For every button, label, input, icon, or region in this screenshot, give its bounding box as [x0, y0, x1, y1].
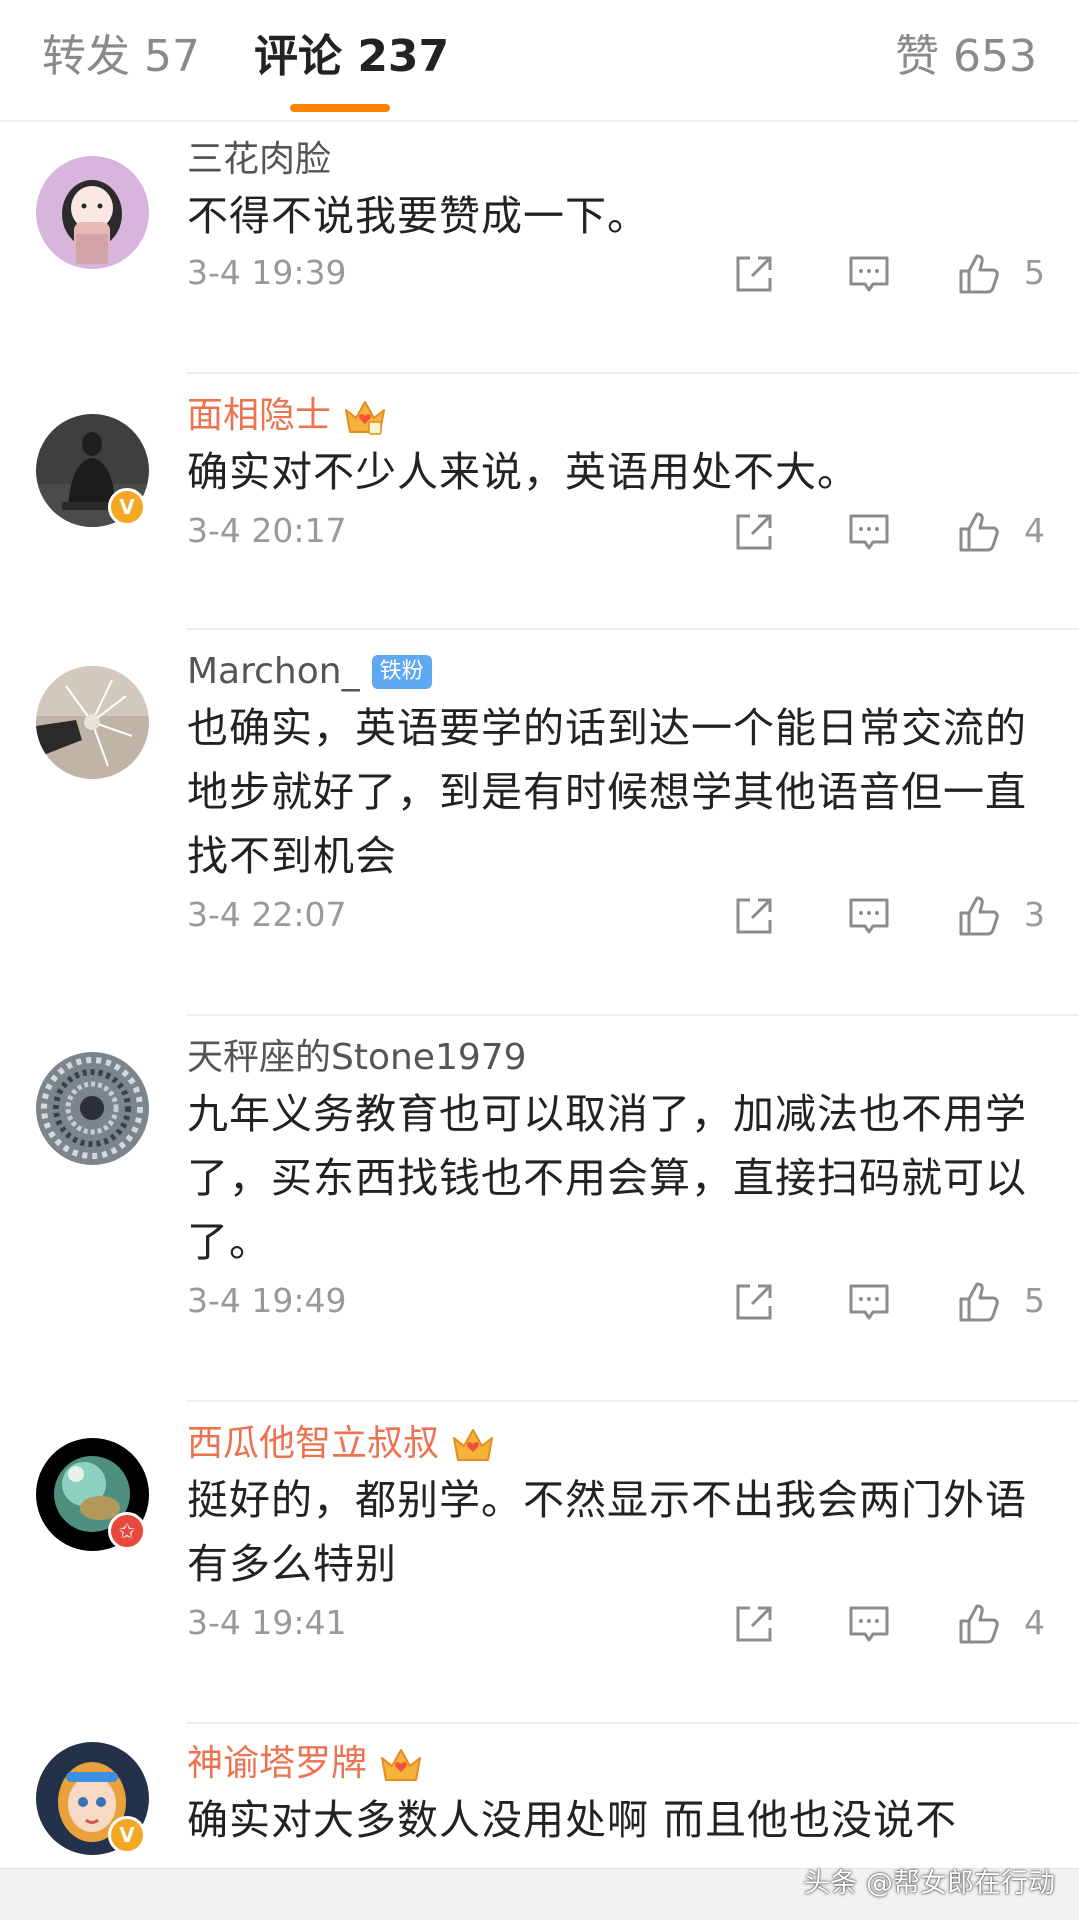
username-text[interactable]: 面相隐士: [187, 394, 331, 438]
like-count: 4: [1024, 1603, 1045, 1642]
avatar-spiral-icon: [36, 1052, 149, 1165]
share-icon[interactable]: [732, 894, 776, 938]
username-text[interactable]: 西瓜他智立叔叔: [187, 1422, 439, 1466]
username-text[interactable]: Marchon_: [187, 650, 360, 694]
thumbs-up-icon[interactable]: [957, 252, 1001, 296]
comment-meta: 3-4 19:39 5: [187, 248, 1047, 298]
share-icon[interactable]: [732, 252, 776, 296]
avatar[interactable]: [36, 1052, 149, 1165]
comment-text: 九年义务教育也可以取消了，加减法也不用学了，买东西找钱也不用会算，直接扫码就可以…: [187, 1090, 1027, 1266]
comment-meta: 3-4 19:41 4: [187, 1598, 1047, 1648]
comment-meta: 3-4 22:07 3: [187, 890, 1047, 940]
username-text[interactable]: 天秤座的Stone1979: [187, 1036, 527, 1080]
like-count: 5: [1024, 1281, 1045, 1320]
crown-icon: [345, 401, 386, 435]
comment-time: 3-4 19:49: [187, 1281, 347, 1320]
comment-username[interactable]: 面相隐士: [187, 394, 387, 438]
comment-username[interactable]: 西瓜他智立叔叔: [187, 1422, 495, 1466]
like-count: 4: [1024, 511, 1045, 550]
tab-bar: 转发 57 评论 237 赞 653: [0, 0, 1079, 122]
avatar-girl-icon: [36, 156, 149, 269]
tab-comments[interactable]: 评论 237: [254, 30, 449, 84]
like-count: 5: [1024, 253, 1045, 292]
comment-username[interactable]: 天秤座的Stone1979: [187, 1036, 527, 1080]
thumbs-up-icon[interactable]: [957, 510, 1001, 554]
watermark: 头条 @帮女郎在行动: [803, 1868, 1055, 1899]
comment-username[interactable]: Marchon_ 铁粉: [187, 650, 432, 694]
tab-likes[interactable]: 赞 653: [895, 30, 1037, 84]
comment-text: 不得不说我要赞成一下。: [187, 192, 649, 240]
divider: [187, 1722, 1079, 1724]
avatar-glass-icon: [36, 666, 149, 779]
like-count: 3: [1024, 895, 1045, 934]
username-text[interactable]: 三花肉脸: [187, 138, 331, 182]
avatar[interactable]: [36, 666, 149, 779]
comment-text: 挺好的，都别学。不然显示不出我会两门外语有多么特别: [187, 1476, 1027, 1588]
reply-icon[interactable]: [847, 510, 891, 554]
comment-page: 转发 57 评论 237 赞 653 三花肉脸 不得不说我要赞成一下。 3-4 …: [0, 0, 1079, 1920]
comment-meta: 3-4 19:49 5: [187, 1276, 1047, 1326]
comment-time: 3-4 20:17: [187, 511, 347, 550]
share-icon[interactable]: [732, 510, 776, 554]
reply-icon[interactable]: [847, 1280, 891, 1324]
verified-badge: V: [108, 1816, 146, 1854]
reply-icon[interactable]: [847, 894, 891, 938]
comment-username[interactable]: 三花肉脸: [187, 138, 331, 182]
comment-text: 确实对大多数人没用处啊 而且他也没说不: [187, 1796, 958, 1844]
comment-text: 确实对不少人来说，英语用处不大。: [187, 448, 859, 496]
reply-icon[interactable]: [847, 1602, 891, 1646]
share-icon[interactable]: [732, 1602, 776, 1646]
comment-text: 也确实，英语要学的话到达一个能日常交流的地步就好了，到是有时候想学其他语音但一直…: [187, 704, 1027, 880]
verified-badge: V: [108, 488, 146, 526]
thumbs-up-icon[interactable]: [957, 894, 1001, 938]
fan-badge: 铁粉: [371, 655, 432, 689]
comment-meta: 3-4 20:17 4: [187, 506, 1047, 556]
tab-forward[interactable]: 转发 57: [42, 30, 200, 84]
active-tab-indicator: [290, 104, 390, 112]
comment-username[interactable]: 神谕塔罗牌: [187, 1742, 423, 1786]
divider: [187, 372, 1079, 374]
avatar[interactable]: [36, 156, 149, 269]
comment-time: 3-4 22:07: [187, 895, 347, 934]
crown-icon: [381, 1749, 422, 1781]
divider: [187, 1400, 1079, 1402]
reply-icon[interactable]: [847, 252, 891, 296]
share-icon[interactable]: [732, 1280, 776, 1324]
thumbs-up-icon[interactable]: [957, 1602, 1001, 1646]
thumbs-up-icon[interactable]: [957, 1280, 1001, 1324]
comment-time: 3-4 19:39: [187, 253, 347, 292]
crown-icon: [453, 1429, 494, 1461]
divider: [187, 628, 1079, 630]
username-text[interactable]: 神谕塔罗牌: [187, 1742, 367, 1786]
divider: [187, 1014, 1079, 1016]
verified-badge: ✩: [108, 1512, 146, 1550]
comment-time: 3-4 19:41: [187, 1603, 347, 1642]
